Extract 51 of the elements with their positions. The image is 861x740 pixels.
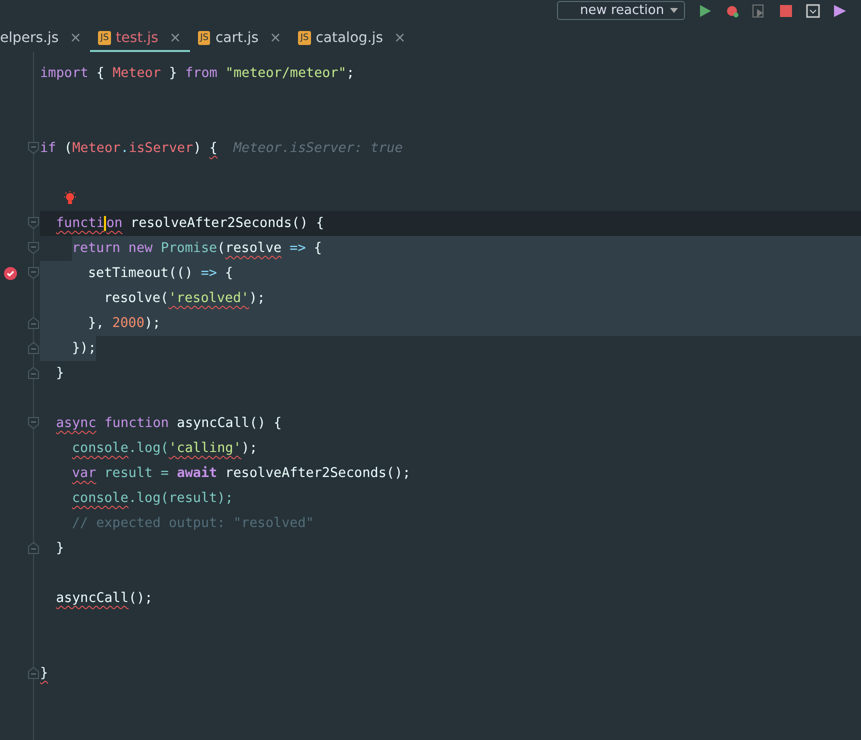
fold-marker-icon[interactable] bbox=[28, 142, 39, 154]
code-line: if (Meteor.isServer) { Meteor.isServer: true bbox=[40, 140, 403, 158]
js-file-icon: JS bbox=[298, 30, 311, 44]
js-file-icon: JS bbox=[198, 30, 210, 44]
tab-label: catalog.js bbox=[316, 30, 384, 46]
close-icon[interactable]: × bbox=[70, 30, 82, 46]
code-line: console.log('calling'); bbox=[72, 440, 258, 458]
code-line: resolve('resolved'); bbox=[104, 290, 266, 308]
profile-icon[interactable] bbox=[833, 4, 848, 18]
code-line: } bbox=[56, 540, 64, 558]
code-line: return new Promise(resolve => { bbox=[72, 240, 322, 258]
code-line: console.log(result); bbox=[72, 490, 234, 508]
code-line: asyncCall(); bbox=[56, 590, 153, 608]
code-line: }, 2000); bbox=[88, 315, 161, 333]
fold-marker-icon[interactable] bbox=[28, 667, 39, 679]
code-line: // expected output: "resolved" bbox=[72, 515, 314, 533]
close-icon[interactable]: × bbox=[169, 30, 182, 46]
editor-tab[interactable]: JS cart.js × bbox=[190, 25, 290, 52]
code-line: setTimeout(() => { bbox=[88, 265, 234, 283]
fold-marker-icon[interactable] bbox=[28, 417, 39, 429]
code-line: var result = await resolveAfter2Seconds(); bbox=[72, 465, 411, 483]
fold-marker-icon[interactable] bbox=[28, 317, 39, 329]
fold-marker-icon[interactable] bbox=[28, 542, 39, 554]
coverage-icon[interactable] bbox=[752, 4, 766, 18]
code-line: import { Meteor } from "meteor/meteor"; bbox=[40, 65, 354, 83]
code-line: async function asyncCall() { bbox=[56, 415, 282, 433]
download-icon[interactable] bbox=[806, 4, 820, 18]
close-icon[interactable]: × bbox=[394, 30, 406, 46]
code-line: }); bbox=[72, 340, 96, 358]
editor-tab[interactable]: elpers.js × bbox=[0, 25, 90, 52]
lightbulb-icon[interactable] bbox=[64, 191, 76, 206]
fold-marker-icon[interactable] bbox=[28, 367, 39, 379]
tab-label: elpers.js bbox=[0, 30, 59, 46]
run-icon[interactable] bbox=[698, 4, 712, 18]
breakpoint-icon[interactable] bbox=[4, 267, 17, 280]
js-file-icon: JS bbox=[98, 30, 111, 44]
code-line: } bbox=[56, 365, 64, 383]
close-icon[interactable]: × bbox=[270, 30, 282, 46]
stop-icon[interactable] bbox=[779, 4, 794, 18]
fold-marker-icon[interactable] bbox=[28, 242, 39, 254]
fold-marker-icon[interactable] bbox=[28, 342, 39, 354]
code-line: } bbox=[40, 665, 48, 683]
tab-label: test.js bbox=[116, 30, 158, 46]
editor-tab[interactable]: JS catalog.js × bbox=[290, 25, 415, 52]
tab-label: cart.js bbox=[215, 30, 259, 46]
fold-marker-icon[interactable] bbox=[28, 267, 39, 279]
bug-icon[interactable] bbox=[725, 4, 740, 18]
run-configuration-dropdown[interactable]: new reaction bbox=[557, 1, 686, 20]
caret-icon bbox=[670, 8, 678, 13]
fold-marker-icon[interactable] bbox=[28, 217, 39, 229]
code-line: functi on resolveAfter2Seconds() { bbox=[56, 215, 324, 233]
